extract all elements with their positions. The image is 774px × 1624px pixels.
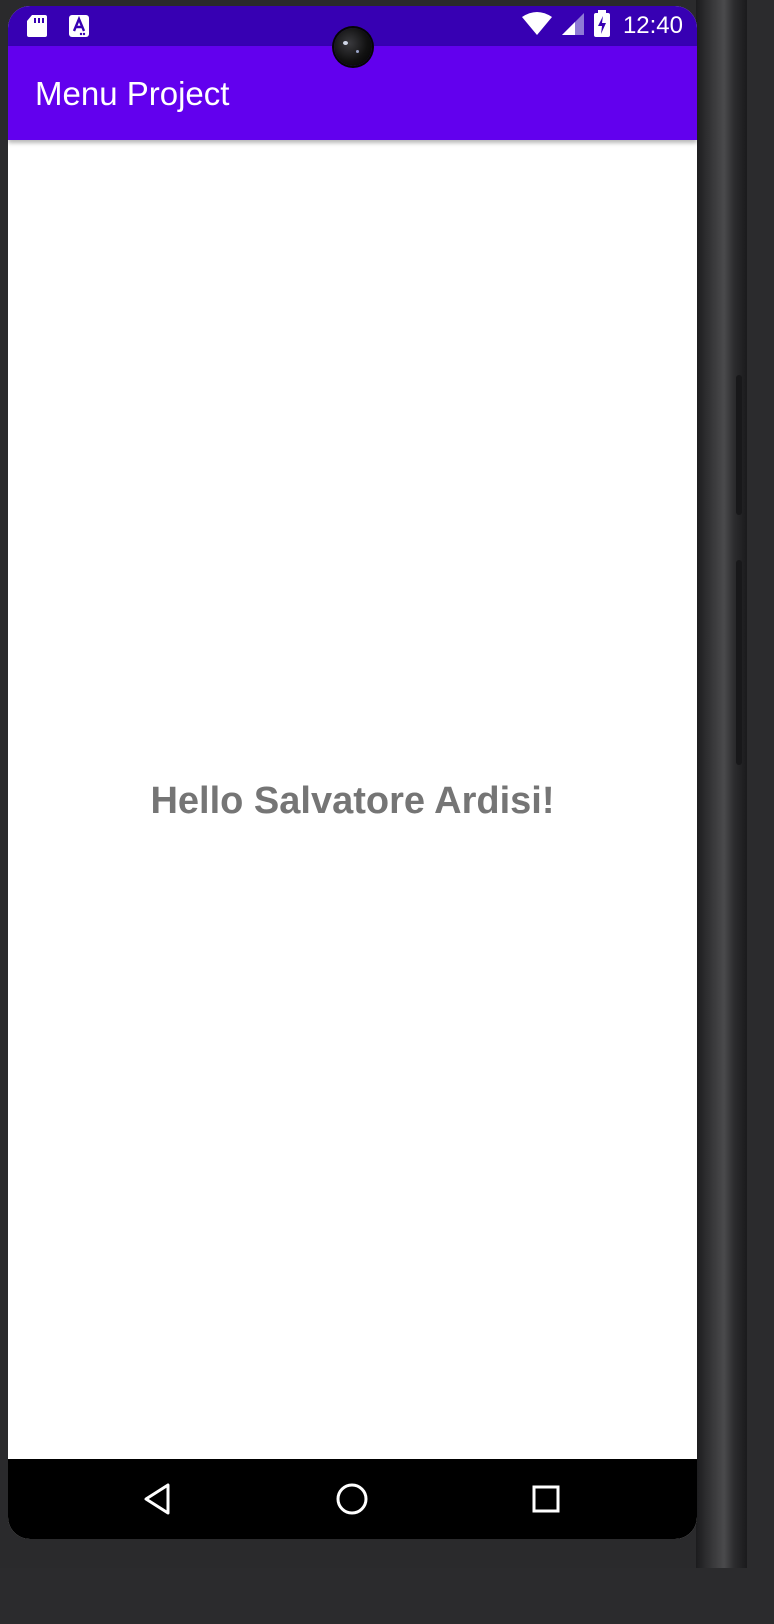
- device-frame: 12:40 Menu Project Hello Salvatore Ardis…: [0, 0, 747, 1568]
- status-right-icons: 12:40: [521, 9, 683, 43]
- home-icon: [336, 1483, 368, 1515]
- back-button[interactable]: [138, 1479, 178, 1519]
- sd-card-icon: [26, 14, 48, 43]
- status-left-icons: [26, 14, 90, 43]
- front-camera: [334, 28, 372, 66]
- device-power-button: [736, 375, 742, 515]
- recents-button[interactable]: [526, 1479, 566, 1519]
- main-content: Hello Salvatore Ardisi!: [8, 140, 697, 1459]
- device-edge: [696, 0, 747, 1568]
- back-icon: [144, 1483, 170, 1515]
- greeting-text: Hello Salvatore Ardisi!: [150, 780, 555, 822]
- battery-charging-icon: [593, 9, 611, 43]
- app-title: Menu Project: [35, 75, 230, 112]
- recents-icon: [532, 1485, 560, 1513]
- device-volume-button: [736, 560, 742, 765]
- navigation-bar: [8, 1459, 697, 1539]
- accessibility-notification-icon: [68, 14, 90, 43]
- phone-screen: 12:40 Menu Project Hello Salvatore Ardis…: [8, 6, 697, 1539]
- wifi-icon: [521, 11, 553, 41]
- home-button[interactable]: [332, 1479, 372, 1519]
- status-time: 12:40: [622, 12, 683, 39]
- cell-signal-icon: [561, 12, 585, 41]
